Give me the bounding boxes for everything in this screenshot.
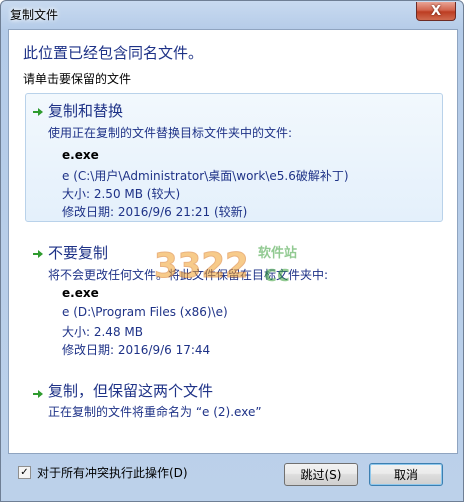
- instruction-text: 请单击要保留的文件: [23, 72, 132, 86]
- green-arrow-icon: [33, 250, 43, 258]
- close-button[interactable]: X: [416, 2, 456, 21]
- option-keep-both[interactable]: 复制，但保留这两个文件 正在复制的文件将重命名为 “e (2).exe”: [25, 375, 443, 423]
- dialog-body: 此位置已经包含同名文件。 请单击要保留的文件 复制和替换 使用正在复制的文件替换…: [8, 29, 458, 454]
- dialog-footer: ✓ 对于所有冲突执行此操作(D) 跳过(S) 取消: [1, 453, 463, 501]
- cancel-button[interactable]: 取消: [369, 463, 443, 486]
- option-description: 正在复制的文件将重命名为 “e (2).exe”: [48, 405, 262, 419]
- option-description: 将不会更改任何文件。将此文件保留在目标文件夹中:: [48, 268, 329, 282]
- option-title: 复制和替换: [48, 102, 124, 120]
- file-modified: 修改日期: 2016/9/6 21:21 (较新): [62, 205, 248, 219]
- conflict-heading: 此位置已经包含同名文件。: [23, 44, 204, 62]
- skip-button-label: 跳过(S): [300, 468, 342, 482]
- skip-button[interactable]: 跳过(S): [284, 463, 358, 486]
- option-description: 使用正在复制的文件替换目标文件夹中的文件:: [48, 126, 293, 140]
- copy-file-dialog: 复制文件 X 此位置已经包含同名文件。 请单击要保留的文件 复制和替换 使用正在…: [0, 0, 464, 502]
- file-path: e (D:\Program Files (x86)\e): [62, 305, 228, 319]
- file-name: e.exe: [62, 148, 99, 162]
- checkbox-label: 对于所有冲突执行此操作(D): [37, 466, 188, 480]
- file-size: 大小: 2.48 MB: [62, 325, 143, 339]
- option-copy-and-replace[interactable]: 复制和替换 使用正在复制的文件替换目标文件夹中的文件: e.exe e (C:\…: [25, 93, 443, 222]
- close-icon: X: [430, 3, 442, 19]
- checkmark-icon: ✓: [20, 466, 29, 478]
- cancel-button-label: 取消: [393, 468, 418, 482]
- window-title: 复制文件: [10, 8, 59, 22]
- green-arrow-icon: [33, 390, 43, 398]
- green-arrow-icon: [33, 108, 43, 116]
- title-bar[interactable]: 复制文件 X: [1, 1, 463, 27]
- file-path: e (C:\用户\Administrator\桌面\work\e5.6破解补丁): [62, 169, 349, 183]
- file-size: 大小: 2.50 MB (较大): [62, 187, 181, 201]
- file-modified: 修改日期: 2016/9/6 17:44: [62, 343, 211, 357]
- option-dont-copy[interactable]: 不要复制 将不会更改任何文件。将此文件保留在目标文件夹中: e.exe e (D…: [25, 235, 443, 357]
- file-name: e.exe: [62, 286, 99, 300]
- apply-to-all-checkbox[interactable]: ✓ 对于所有冲突执行此操作(D): [18, 464, 188, 481]
- option-title: 不要复制: [48, 244, 109, 262]
- checkbox-box[interactable]: ✓: [18, 466, 31, 479]
- option-title: 复制，但保留这两个文件: [48, 382, 214, 400]
